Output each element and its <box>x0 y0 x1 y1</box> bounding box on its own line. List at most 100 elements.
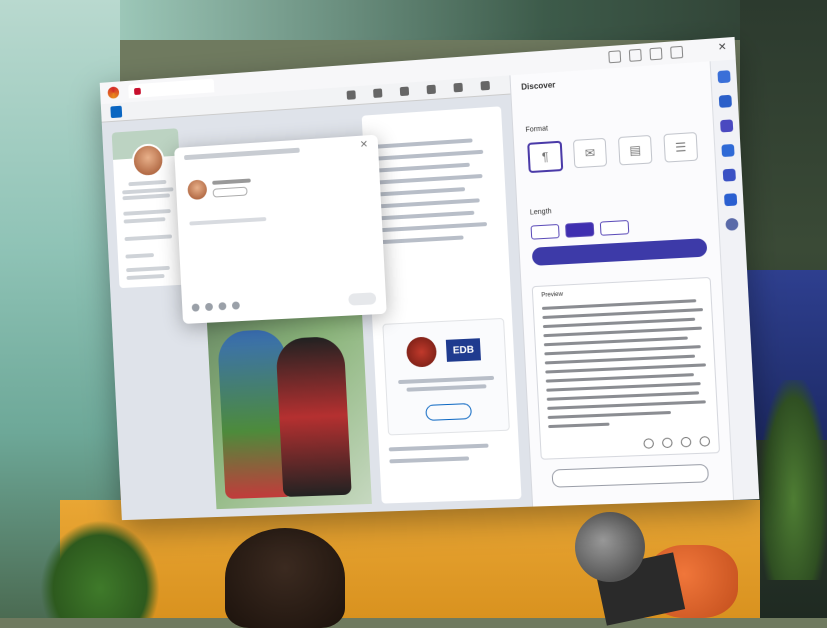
news-line <box>376 187 466 196</box>
notifications-icon[interactable] <box>453 83 462 93</box>
post-photo[interactable] <box>206 305 371 509</box>
linkedin-page: EDB ✕ <box>101 75 532 520</box>
post-button[interactable] <box>348 292 376 305</box>
browser-tab[interactable] <box>128 79 214 99</box>
video-icon[interactable] <box>218 302 226 310</box>
shopping-icon[interactable] <box>720 119 733 132</box>
profile-premium-line <box>125 234 173 241</box>
preview-actions <box>643 436 710 449</box>
emoji-icon[interactable] <box>192 304 200 312</box>
footer-line <box>389 456 469 463</box>
blog-icon: ▤ <box>618 135 653 166</box>
linkedin-favicon-icon <box>134 87 141 94</box>
news-line <box>373 138 473 148</box>
post-composer-modal: ✕ <box>174 135 387 324</box>
network-icon[interactable] <box>373 88 382 98</box>
preview-text-line <box>547 391 699 400</box>
length-label: Length <box>530 208 552 216</box>
length-long[interactable] <box>600 220 630 236</box>
format-label: Format <box>525 125 548 134</box>
follow-button[interactable] <box>425 403 472 421</box>
collections-icon[interactable] <box>629 49 642 62</box>
avatar[interactable] <box>131 143 165 178</box>
company-text-line <box>398 376 494 384</box>
preview-text-line <box>546 382 700 392</box>
composer-actions <box>192 301 240 311</box>
modal-title <box>184 148 300 160</box>
plant-right <box>760 380 827 580</box>
me-icon[interactable] <box>480 81 490 91</box>
footer-line <box>389 444 489 452</box>
tools-icon[interactable] <box>721 144 734 157</box>
preview-text-line <box>548 423 609 428</box>
edge-logo-icon <box>107 86 119 98</box>
format-email[interactable]: ✉ <box>571 138 609 171</box>
extensions-icon[interactable] <box>649 47 662 60</box>
news-line <box>374 150 484 161</box>
copilot-sidebar: Discover Format ¶ ✉ ▤ ☰ <box>509 61 735 506</box>
add-to-site-button[interactable] <box>552 464 710 488</box>
back-icon[interactable] <box>643 438 654 449</box>
format-paragraph[interactable]: ¶ <box>526 141 564 174</box>
length-short[interactable] <box>531 224 560 240</box>
preview-text-line <box>544 336 688 346</box>
profile-stat-line <box>123 209 171 216</box>
jobs-icon[interactable] <box>400 87 409 97</box>
news-line <box>376 198 480 208</box>
profile-name-line <box>128 180 166 186</box>
format-ideas[interactable]: ☰ <box>661 132 700 165</box>
preview-text-line <box>546 373 694 383</box>
visibility-pill[interactable] <box>213 187 248 198</box>
games-icon[interactable] <box>723 169 736 182</box>
regenerate-icon[interactable] <box>681 437 692 448</box>
browser-toolbar <box>608 46 683 64</box>
projection-screen: ✕ <box>100 37 760 520</box>
preview-text-line <box>545 363 706 373</box>
news-line <box>377 222 487 232</box>
company-avatar <box>406 336 437 367</box>
preview-text-line <box>548 411 671 419</box>
microphone <box>575 512 645 582</box>
document-icon[interactable] <box>232 301 240 309</box>
profile-items-line <box>125 253 154 259</box>
format-blog-post[interactable]: ▤ <box>616 135 655 168</box>
avatar <box>187 179 207 200</box>
profile-icon[interactable] <box>670 46 683 59</box>
audience-head <box>225 528 345 628</box>
generate-draft-button[interactable] <box>532 238 708 266</box>
copilot-header: Discover <box>521 80 556 91</box>
length-options <box>531 220 630 240</box>
favorites-icon[interactable] <box>608 50 621 63</box>
news-line <box>378 235 464 244</box>
office-icon[interactable] <box>724 193 737 206</box>
close-icon[interactable]: ✕ <box>360 139 369 150</box>
preview-text-line <box>545 355 695 365</box>
photo-person <box>275 336 351 497</box>
copy-icon[interactable] <box>699 436 710 447</box>
news-line <box>377 211 475 221</box>
image-icon[interactable] <box>205 303 213 311</box>
length-medium[interactable] <box>565 222 594 238</box>
copilot-icon[interactable] <box>717 70 730 83</box>
preview-text-line <box>542 299 696 310</box>
preview-text-line <box>542 308 703 319</box>
post-textarea[interactable] <box>189 217 266 225</box>
home-icon[interactable] <box>347 90 356 100</box>
add-icon[interactable] <box>725 218 738 231</box>
room-ceiling <box>120 0 827 40</box>
plant <box>40 520 160 618</box>
copilot-tabs <box>520 95 551 99</box>
company-text-line <box>406 384 486 391</box>
preview-text-line <box>547 400 706 410</box>
profile-recent-line <box>126 266 170 272</box>
paragraph-icon: ¶ <box>527 141 563 173</box>
company-card: EDB <box>382 318 510 436</box>
linkedin-logo-icon[interactable] <box>110 106 122 118</box>
messaging-icon[interactable] <box>427 85 436 95</box>
search-icon[interactable] <box>719 95 732 108</box>
preview-text-line <box>543 327 702 338</box>
profile-stat-line <box>124 217 166 223</box>
window-close-button[interactable]: ✕ <box>718 42 727 54</box>
format-options: ¶ ✉ ▤ ☰ <box>526 132 700 173</box>
forward-icon[interactable] <box>662 438 673 449</box>
